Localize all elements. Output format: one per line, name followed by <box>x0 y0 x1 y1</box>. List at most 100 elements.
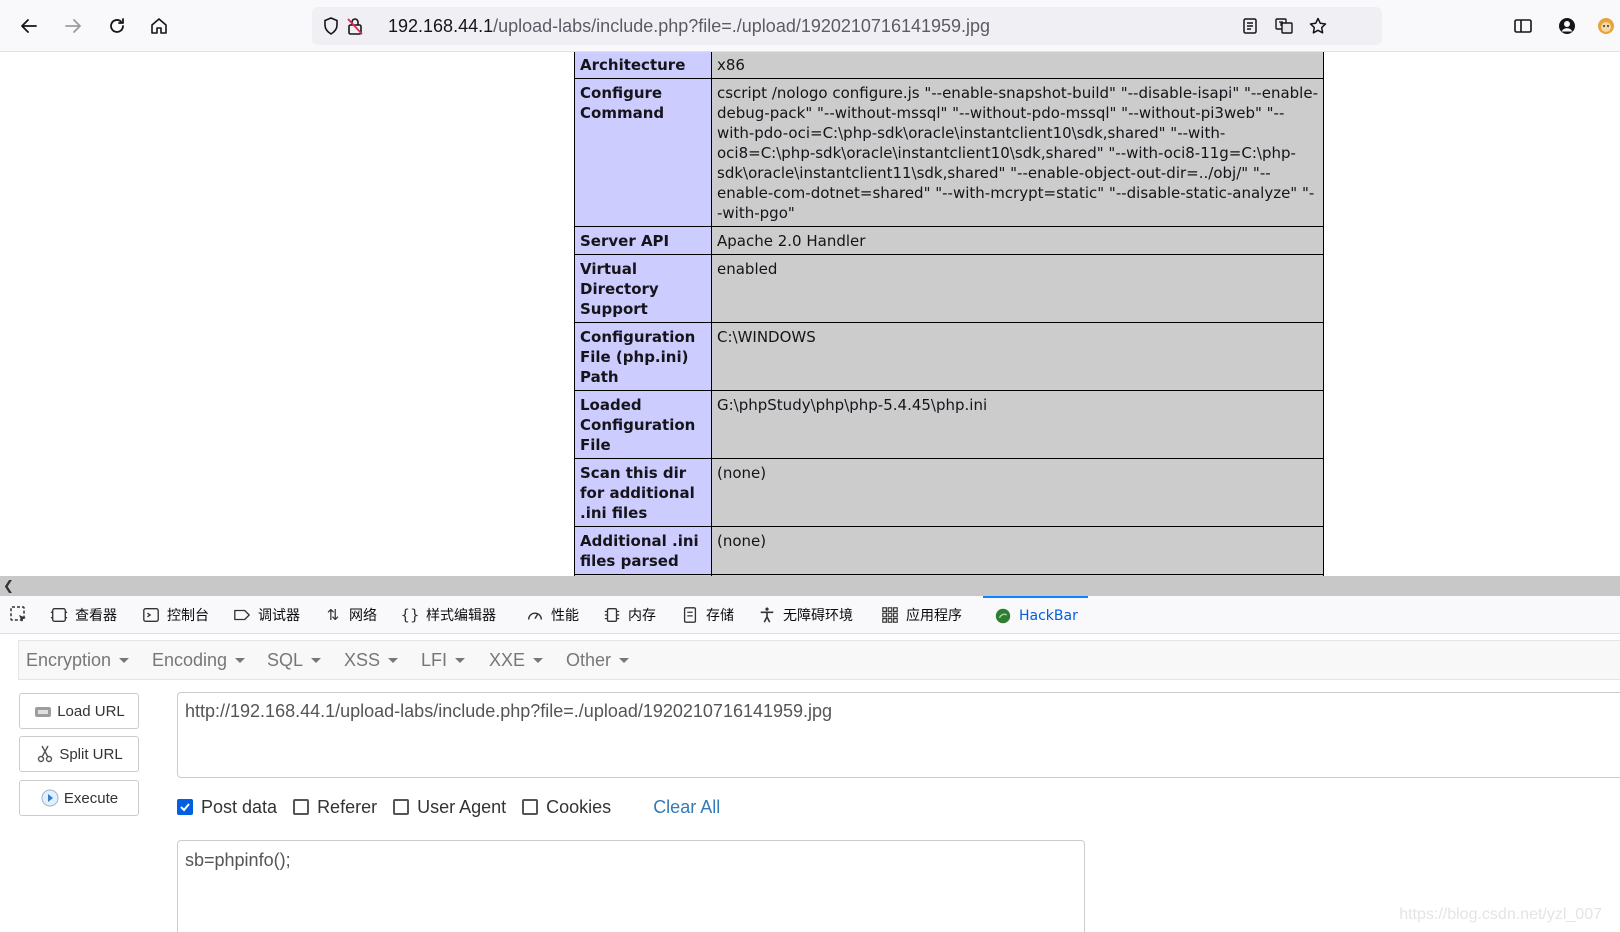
phpinfo-value: (none) <box>712 527 1323 574</box>
reload-button[interactable] <box>101 10 133 42</box>
menu-sql[interactable]: SQL <box>267 641 322 679</box>
tab-console[interactable]: 控制台 <box>141 596 209 634</box>
home-icon <box>151 18 167 34</box>
hackbar-panel: Encryption Encoding SQL XSS LFI XXE Othe… <box>0 634 1620 932</box>
cookies-option[interactable]: Cookies <box>522 797 611 818</box>
referer-option[interactable]: Referer <box>293 797 377 818</box>
play-icon <box>41 789 59 807</box>
options-row: Post data Referer User Agent Cookies Cle… <box>177 793 720 821</box>
phpinfo-value: x86 <box>712 52 1323 78</box>
checkmark-icon <box>180 803 190 812</box>
tab-hackbar-label: HackBar <box>1019 608 1078 624</box>
menu-xss-label: XSS <box>344 649 381 670</box>
split-url-label: Split URL <box>59 745 123 763</box>
element-picker-button[interactable] <box>9 596 29 634</box>
referer-checkbox[interactable] <box>293 799 310 815</box>
user-agent-checkbox[interactable] <box>393 799 410 815</box>
menu-encryption-label: Encryption <box>26 649 112 670</box>
phpinfo-row: Configure Command cscript /nologo configu… <box>575 79 1323 226</box>
tab-debugger[interactable]: 调试器 <box>232 596 300 634</box>
menu-other-label: Other <box>566 649 612 670</box>
sidebar-button[interactable] <box>1507 10 1539 42</box>
insecure-lock-icon[interactable] <box>345 16 365 36</box>
menu-other[interactable]: Other <box>566 641 630 679</box>
caret-down-icon <box>619 657 630 663</box>
tab-storage[interactable]: 存储 <box>680 596 734 634</box>
caret-down-icon <box>388 657 399 663</box>
user-agent-option[interactable]: User Agent <box>393 797 506 818</box>
menu-xss[interactable]: XSS <box>344 641 399 679</box>
execute-button[interactable]: Execute <box>19 780 139 816</box>
tab-style-editor[interactable]: {} 样式编辑器 <box>400 596 496 634</box>
account-button[interactable] <box>1551 10 1583 42</box>
tab-accessibility[interactable]: 无障碍环境 <box>757 596 853 634</box>
phpinfo-key: Virtual Directory Support <box>575 255 711 322</box>
reader-view-icon[interactable] <box>1240 16 1260 36</box>
load-url-label: Load URL <box>57 702 125 720</box>
extension-monkey-icon <box>1598 18 1614 34</box>
tab-memory-label: 内存 <box>628 608 656 624</box>
phpinfo-key: Configure Command <box>575 79 711 226</box>
load-url-icon <box>35 707 52 717</box>
forward-button[interactable] <box>57 10 89 42</box>
performance-gauge-icon <box>525 605 545 625</box>
phpinfo-row: Virtual Directory Support enabled <box>575 255 1323 322</box>
menu-encryption[interactable]: Encryption <box>26 641 130 679</box>
tab-network[interactable]: ⇅ 网络 <box>323 596 377 634</box>
tab-performance-label: 性能 <box>551 608 579 624</box>
tab-performance[interactable]: 性能 <box>525 596 579 634</box>
phpinfo-value: enabled <box>712 255 1323 322</box>
tab-console-label: 控制台 <box>167 608 209 624</box>
phpinfo-row: Architecture x86 <box>575 52 1323 78</box>
inspector-icon <box>49 605 69 625</box>
home-button[interactable] <box>143 10 175 42</box>
phpinfo-key: Loaded Configuration File <box>575 391 711 458</box>
phpinfo-value: (none) <box>712 459 1323 526</box>
tab-hackbar[interactable]: HackBar <box>983 596 1088 634</box>
tab-memory[interactable]: 内存 <box>602 596 656 634</box>
horizontal-scrollbar[interactable]: ❮ <box>0 576 1620 596</box>
execute-label: Execute <box>63 789 119 807</box>
phpinfo-value: cscript /nologo configure.js "--enable-s… <box>712 79 1323 226</box>
phpinfo-row: Scan this dir for additional .ini files(… <box>575 459 1323 526</box>
url-host: 192.168.44.1 <box>388 16 494 36</box>
phpinfo-value: Apache 2.0 Handler <box>712 227 1323 254</box>
load-url-button[interactable]: Load URL <box>19 693 139 729</box>
url-bar[interactable]: 192.168.44.1/upload-labs/include.php?fil… <box>312 7 1382 45</box>
caret-down-icon <box>533 657 544 663</box>
back-button[interactable] <box>13 10 45 42</box>
post-data-textarea[interactable]: sb=phpinfo(); <box>177 840 1085 932</box>
console-icon <box>141 605 161 625</box>
element-picker-icon <box>9 605 29 625</box>
tab-application[interactable]: 应用程序 <box>880 596 962 634</box>
phpinfo-key: Configuration File (php.ini) Path <box>575 323 711 390</box>
memory-chip-icon <box>602 605 622 625</box>
url-text[interactable]: 192.168.44.1/upload-labs/include.php?fil… <box>388 16 990 37</box>
caret-down-icon <box>455 657 466 663</box>
post-data-checkbox[interactable] <box>177 799 193 815</box>
tab-debugger-label: 调试器 <box>258 608 300 624</box>
post-data-label: Post data <box>201 796 278 817</box>
bookmark-star-icon[interactable] <box>1308 16 1328 36</box>
menu-sql-label: SQL <box>267 649 304 670</box>
watermark: https://blog.csdn.net/yzl_007 <box>1399 906 1602 923</box>
post-data-option[interactable]: Post data <box>177 797 277 818</box>
split-url-button[interactable]: Split URL <box>19 736 139 772</box>
extension-button[interactable] <box>1596 10 1620 42</box>
translate-icon[interactable] <box>1274 16 1294 36</box>
tab-accessibility-label: 无障碍环境 <box>783 608 853 624</box>
clear-all-link[interactable]: Clear All <box>653 797 720 818</box>
url-textarea[interactable]: http://192.168.44.1/upload-labs/include.… <box>177 692 1620 778</box>
phpinfo-row: Server API Apache 2.0 Handler <box>575 227 1323 254</box>
referer-label: Referer <box>317 796 378 817</box>
scroll-left-icon[interactable]: ❮ <box>3 579 14 594</box>
menu-lfi[interactable]: LFI <box>421 641 466 679</box>
braces-icon: {} <box>400 606 420 624</box>
tab-inspector[interactable]: 查看器 <box>49 596 117 634</box>
menu-xxe[interactable]: XXE <box>489 641 544 679</box>
hackbar-logo-icon <box>993 606 1013 626</box>
shield-icon[interactable] <box>321 16 341 36</box>
cookies-checkbox[interactable] <box>522 799 539 815</box>
accessibility-person-icon <box>757 605 777 625</box>
menu-encoding[interactable]: Encoding <box>152 641 246 679</box>
